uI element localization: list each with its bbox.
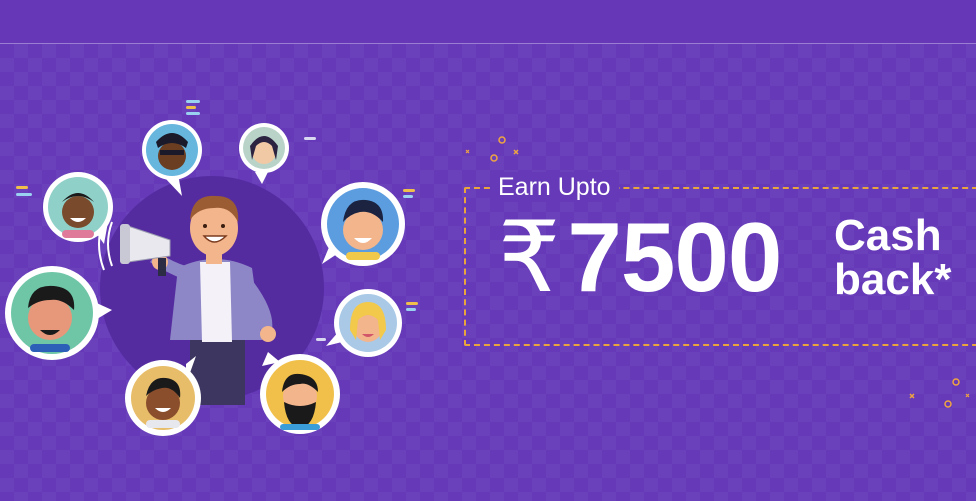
cashback-banner[interactable]: Earn Upto ₹7500 Cash back* [0,44,976,501]
sparkle-decoration-bottom [909,378,970,408]
amount-value: 7500 [567,202,782,312]
cashback-line-2: back* [834,255,952,304]
avatar-person-4-icon [321,182,405,266]
earn-upto-label: Earn Upto [490,172,619,202]
avatar-person-6-icon [326,289,402,357]
rupee-symbol: ₹ [498,202,560,312]
top-strip [0,0,976,44]
megaphone-illustration [5,100,418,436]
cashback-label: Cash back* [834,214,951,302]
cashback-amount: ₹7500 [498,202,782,312]
avatar-person-2-icon [239,123,289,184]
cashback-line-1: Cash [834,211,942,260]
avatar-person-3-icon [43,172,113,244]
avatar-person-5-icon [5,266,112,360]
